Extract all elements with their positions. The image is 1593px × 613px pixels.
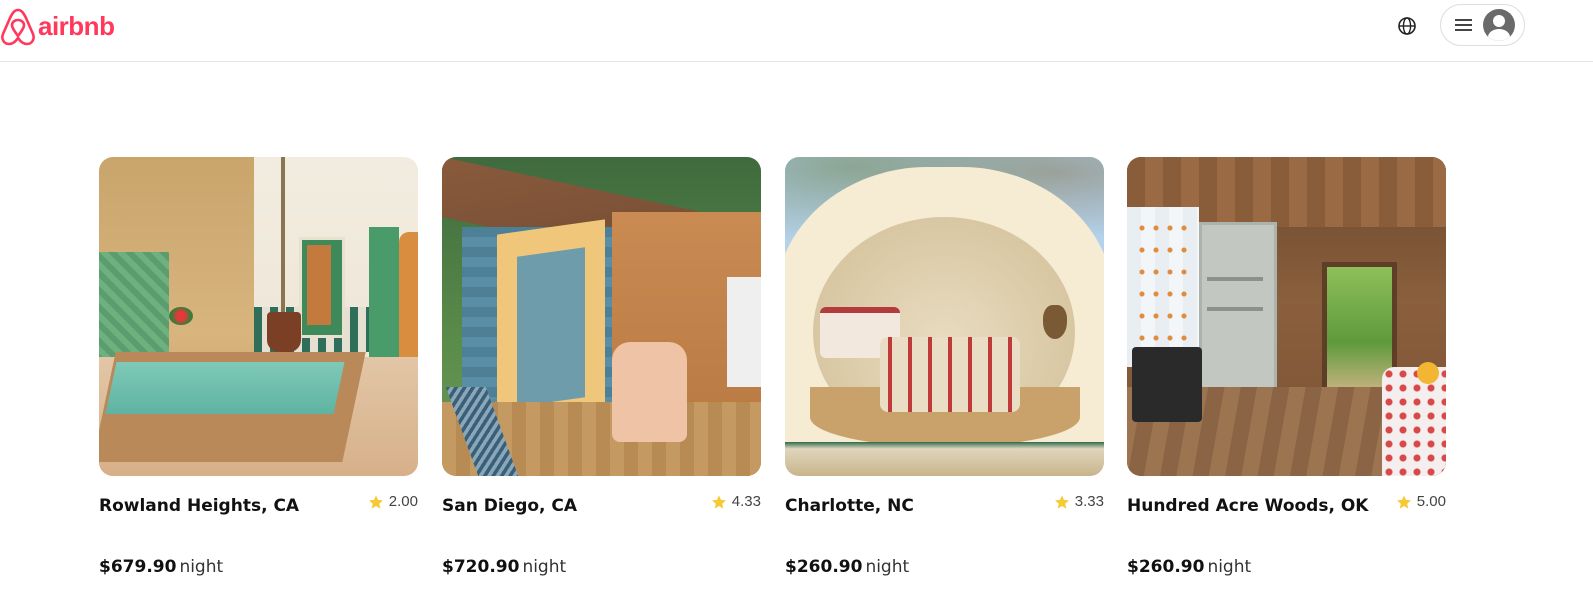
- star-icon: [1396, 494, 1411, 509]
- star-icon: [711, 494, 726, 509]
- hamburger-menu-icon: [1455, 19, 1472, 31]
- top-nav: airbnb: [0, 0, 1593, 62]
- listing-location: Charlotte, NC: [785, 496, 914, 516]
- logo-text: airbnb: [38, 10, 115, 41]
- rating-value: 3.33: [1074, 493, 1104, 510]
- price-amount: $720.90: [442, 557, 520, 577]
- listing-rating: 3.33: [1054, 493, 1104, 510]
- listing-price: $260.90 night: [785, 557, 909, 577]
- listing-rating: 4.33: [711, 493, 761, 510]
- listing-location: Rowland Heights, CA: [99, 496, 300, 516]
- price-amount: $260.90: [785, 557, 863, 577]
- rating-value: 2.00: [388, 493, 418, 510]
- listing-photo[interactable]: [785, 157, 1104, 476]
- price-unit: night: [1207, 557, 1252, 577]
- listing-price: $260.90 night: [1127, 557, 1251, 577]
- price-amount: $679.90: [99, 557, 177, 577]
- listing-rating: 2.00: [368, 493, 418, 510]
- listing-card[interactable]: Hundred Acre Woods, OK 5.00 $260.90 night: [1127, 157, 1446, 577]
- price-unit: night: [179, 557, 224, 577]
- listing-location: Hundred Acre Woods, OK: [1127, 496, 1369, 516]
- listing-photo[interactable]: [99, 157, 418, 476]
- star-icon: [1054, 494, 1069, 509]
- listing-rating: 5.00: [1396, 493, 1446, 510]
- listing-card[interactable]: Rowland Heights, CA 2.00 $679.90 night: [99, 157, 418, 577]
- airbnb-logo[interactable]: airbnb: [0, 4, 115, 48]
- listing-price: $720.90 night: [442, 557, 566, 577]
- price-unit: night: [865, 557, 910, 577]
- star-icon: [368, 494, 383, 509]
- listing-photo[interactable]: [1127, 157, 1446, 476]
- listing-price: $679.90 night: [99, 557, 223, 577]
- price-unit: night: [522, 557, 567, 577]
- listing-card[interactable]: Charlotte, NC 3.33 $260.90 night: [785, 157, 1104, 577]
- rating-value: 5.00: [1416, 493, 1446, 510]
- listing-photo[interactable]: [442, 157, 761, 476]
- user-avatar-icon: [1483, 9, 1515, 41]
- airbnb-logo-icon: [0, 6, 36, 46]
- globe-icon[interactable]: [1396, 15, 1418, 37]
- listing-card[interactable]: San Diego, CA 4.33 $720.90 night: [442, 157, 761, 577]
- listing-location: San Diego, CA: [442, 496, 578, 516]
- price-amount: $260.90: [1127, 557, 1205, 577]
- rating-value: 4.33: [731, 493, 761, 510]
- user-menu-button[interactable]: [1440, 4, 1525, 46]
